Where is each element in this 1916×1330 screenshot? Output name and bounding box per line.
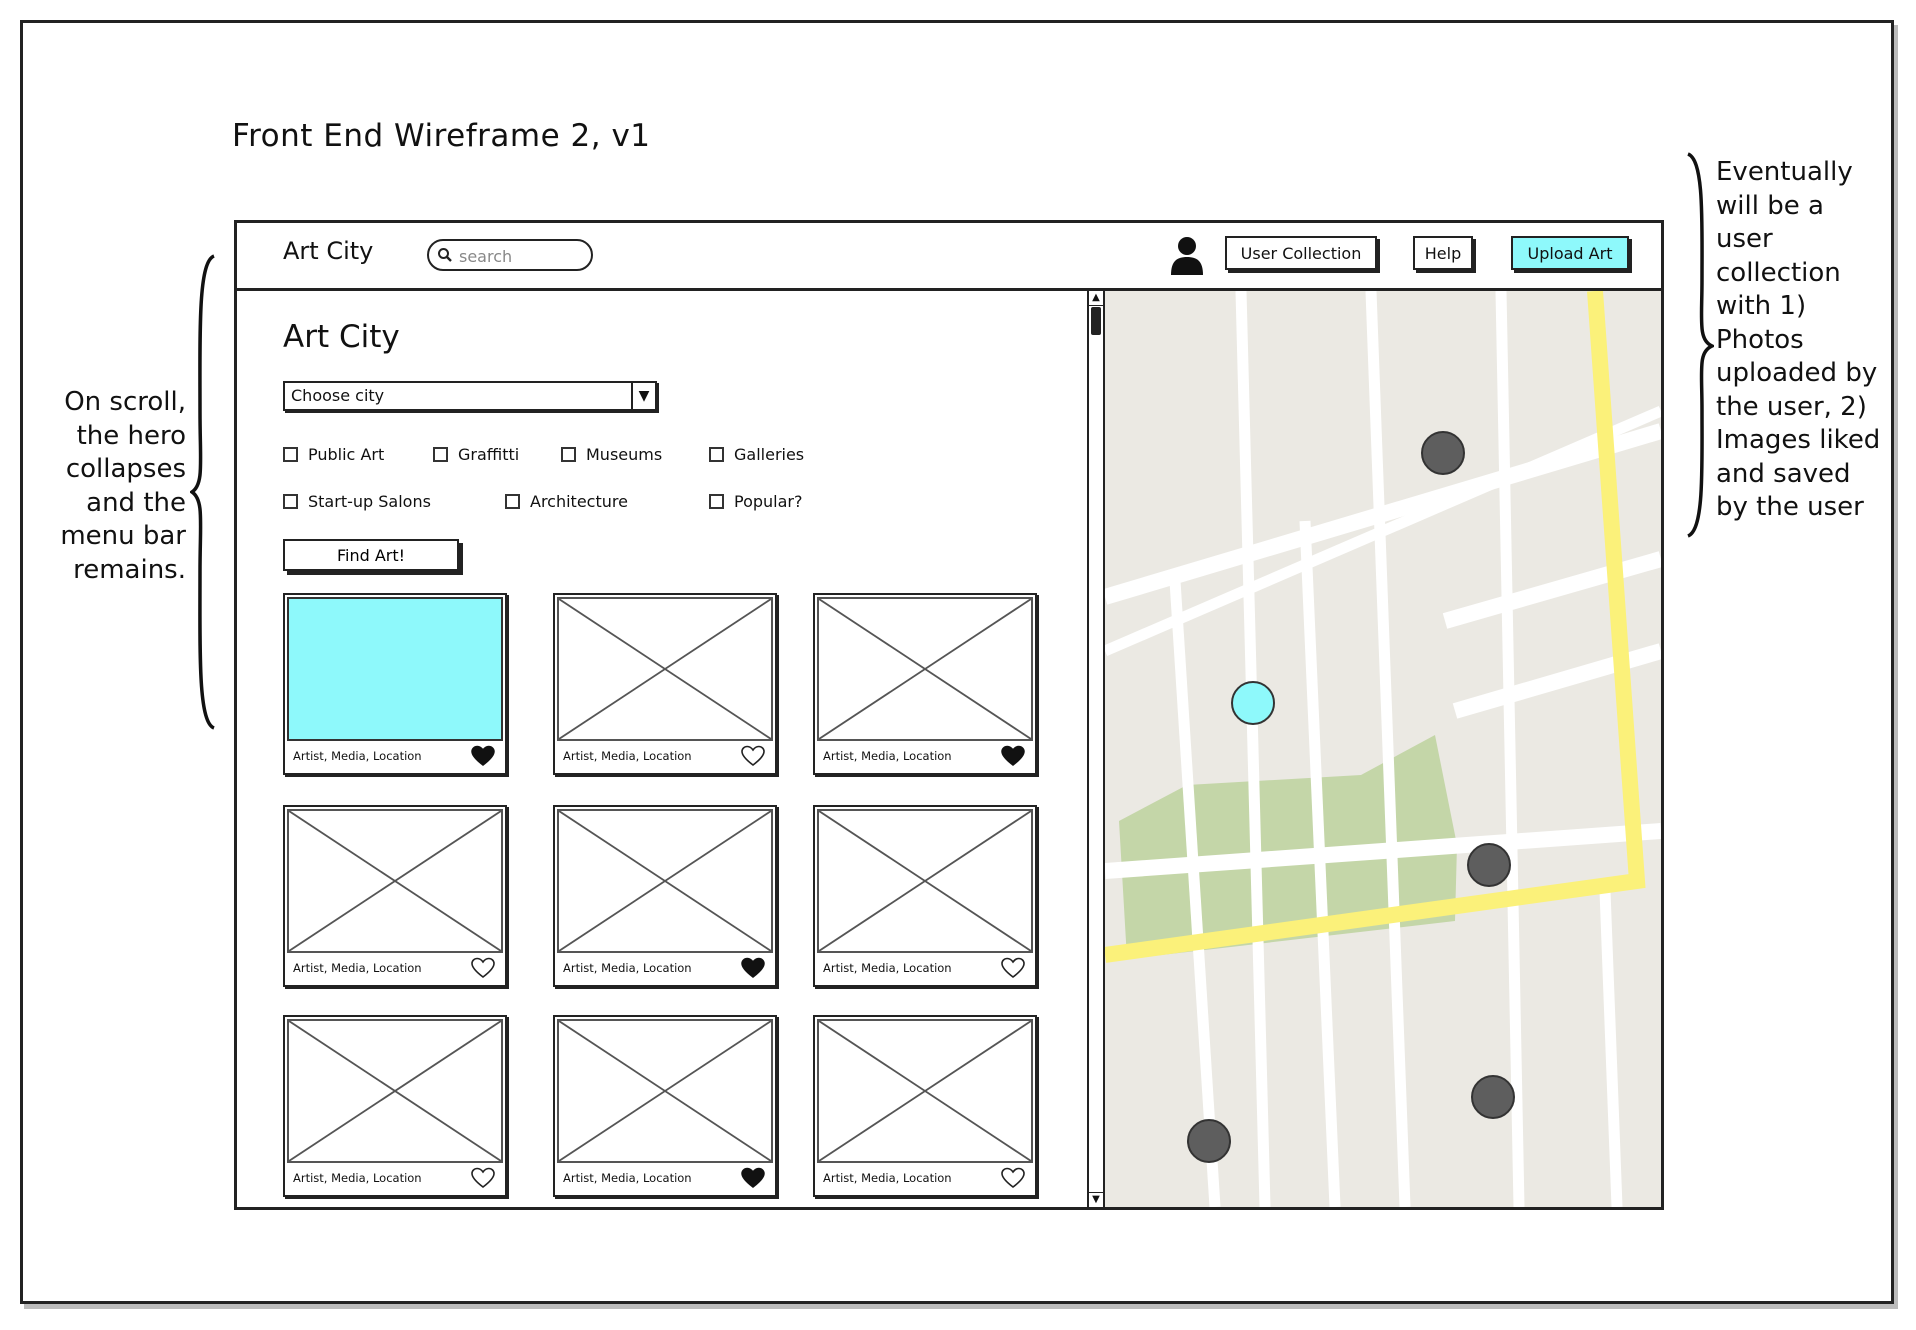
filter-label: Graffitti bbox=[458, 445, 520, 464]
art-card[interactable]: Artist, Media, Location bbox=[283, 805, 507, 987]
filter-start-up-salons[interactable]: Start-up Salons bbox=[283, 492, 431, 511]
scroll-up-arrow-icon[interactable]: ▲ bbox=[1089, 291, 1103, 306]
art-card[interactable]: Artist, Media, Location bbox=[813, 805, 1037, 987]
filter-label: Popular? bbox=[734, 492, 803, 511]
image-placeholder[interactable] bbox=[287, 1019, 503, 1163]
right-brace bbox=[1687, 152, 1714, 538]
annotation-left: On scroll, the hero collapses and the me… bbox=[60, 387, 186, 585]
art-card[interactable]: Artist, Media, Location bbox=[553, 593, 777, 775]
image-placeholder[interactable] bbox=[557, 1019, 773, 1163]
card-caption: Artist, Media, Location bbox=[823, 749, 952, 763]
image-placeholder-icon bbox=[559, 1021, 771, 1161]
heart-filled-icon[interactable] bbox=[1001, 745, 1025, 767]
art-image-highlighted[interactable] bbox=[287, 597, 503, 741]
chevron-down-icon[interactable]: ▼ bbox=[631, 383, 655, 409]
art-card[interactable]: Artist, Media, Location bbox=[283, 1015, 507, 1197]
annotation-right: Eventually will be a user collection wit… bbox=[1716, 157, 1881, 522]
card-caption: Artist, Media, Location bbox=[823, 961, 952, 975]
card-caption: Artist, Media, Location bbox=[293, 961, 422, 975]
heart-filled-icon[interactable] bbox=[741, 957, 765, 979]
image-placeholder[interactable] bbox=[817, 1019, 1033, 1163]
art-card[interactable]: Artist, Media, Location bbox=[283, 593, 507, 775]
filter-label: Galleries bbox=[734, 445, 805, 464]
checkbox[interactable] bbox=[709, 447, 724, 462]
heart-outline-icon[interactable] bbox=[1001, 957, 1025, 979]
heart-outline-icon[interactable] bbox=[1001, 1167, 1025, 1189]
map-panel[interactable] bbox=[1105, 291, 1661, 1207]
heart-outline-icon[interactable] bbox=[471, 1167, 495, 1189]
filter-label: Architecture bbox=[530, 492, 628, 511]
filter-label: Public Art bbox=[308, 445, 385, 464]
map-canvas[interactable] bbox=[1105, 291, 1661, 1207]
filter-label: Start-up Salons bbox=[308, 492, 431, 511]
checkbox[interactable] bbox=[505, 494, 520, 509]
map-marker[interactable] bbox=[1187, 1119, 1231, 1163]
map-marker-selected[interactable] bbox=[1231, 681, 1275, 725]
card-caption: Artist, Media, Location bbox=[293, 1171, 422, 1185]
card-caption: Artist, Media, Location bbox=[563, 961, 692, 975]
card-caption: Artist, Media, Location bbox=[563, 749, 692, 763]
page-title: Front End Wireframe 2, v1 bbox=[232, 118, 651, 154]
scroll-down-arrow-icon[interactable]: ▼ bbox=[1089, 1192, 1103, 1207]
image-placeholder-icon bbox=[559, 599, 771, 739]
filter-label: Museums bbox=[586, 445, 663, 464]
art-card[interactable]: Artist, Media, Location bbox=[553, 805, 777, 987]
checkbox[interactable] bbox=[283, 447, 298, 462]
upload-art-button[interactable]: Upload Art bbox=[1511, 236, 1629, 270]
image-placeholder-icon bbox=[819, 599, 1031, 739]
map-marker[interactable] bbox=[1471, 1075, 1515, 1119]
filter-architecture[interactable]: Architecture bbox=[505, 492, 628, 511]
map-marker[interactable] bbox=[1467, 843, 1511, 887]
filter-graffitti[interactable]: Graffitti bbox=[433, 445, 519, 464]
image-placeholder[interactable] bbox=[287, 809, 503, 953]
image-placeholder[interactable] bbox=[817, 597, 1033, 741]
image-placeholder[interactable] bbox=[557, 809, 773, 953]
image-placeholder-icon bbox=[819, 1021, 1031, 1161]
app-window: Art City User Collection Help Upload Art… bbox=[234, 220, 1664, 1210]
checkbox[interactable] bbox=[561, 447, 576, 462]
help-button[interactable]: Help bbox=[1413, 236, 1473, 270]
hero-and-results-pane: Art City Choose city ▼ Public Art Graffi… bbox=[237, 291, 1103, 1207]
card-caption: Artist, Media, Location bbox=[823, 1171, 952, 1185]
map-marker[interactable] bbox=[1421, 431, 1465, 475]
user-icon[interactable] bbox=[1169, 235, 1205, 277]
image-placeholder-icon bbox=[819, 811, 1031, 951]
search-icon bbox=[438, 248, 452, 262]
filter-museums[interactable]: Museums bbox=[561, 445, 662, 464]
search-box[interactable] bbox=[427, 239, 593, 271]
top-navbar: Art City User Collection Help Upload Art bbox=[237, 223, 1661, 291]
heart-filled-icon[interactable] bbox=[741, 1167, 765, 1189]
image-placeholder[interactable] bbox=[817, 809, 1033, 953]
card-caption: Artist, Media, Location bbox=[293, 749, 422, 763]
user-collection-button[interactable]: User Collection bbox=[1225, 236, 1377, 270]
heart-filled-icon[interactable] bbox=[471, 745, 495, 767]
filter-public-art[interactable]: Public Art bbox=[283, 445, 384, 464]
city-select-value: Choose city bbox=[291, 386, 385, 405]
left-brace bbox=[190, 254, 215, 730]
filter-galleries[interactable]: Galleries bbox=[709, 445, 804, 464]
scroll-thumb[interactable] bbox=[1091, 307, 1101, 335]
image-placeholder[interactable] bbox=[557, 597, 773, 741]
image-placeholder-icon bbox=[289, 811, 501, 951]
heart-outline-icon[interactable] bbox=[471, 957, 495, 979]
city-select[interactable]: Choose city ▼ bbox=[283, 381, 657, 411]
heart-outline-icon[interactable] bbox=[741, 745, 765, 767]
checkbox[interactable] bbox=[433, 447, 448, 462]
image-placeholder-icon bbox=[289, 1021, 501, 1161]
filter-popular[interactable]: Popular? bbox=[709, 492, 802, 511]
card-caption: Artist, Media, Location bbox=[563, 1171, 692, 1185]
art-card[interactable]: Artist, Media, Location bbox=[813, 593, 1037, 775]
search-input[interactable] bbox=[457, 243, 589, 269]
hero-title: Art City bbox=[283, 319, 400, 355]
checkbox[interactable] bbox=[709, 494, 724, 509]
art-card[interactable]: Artist, Media, Location bbox=[553, 1015, 777, 1197]
checkbox[interactable] bbox=[283, 494, 298, 509]
art-card[interactable]: Artist, Media, Location bbox=[813, 1015, 1037, 1197]
brand-logo[interactable]: Art City bbox=[283, 237, 373, 265]
scrollbar[interactable]: ▲ ▼ bbox=[1087, 291, 1105, 1207]
image-placeholder-icon bbox=[559, 811, 771, 951]
find-art-button[interactable]: Find Art! bbox=[283, 539, 459, 571]
